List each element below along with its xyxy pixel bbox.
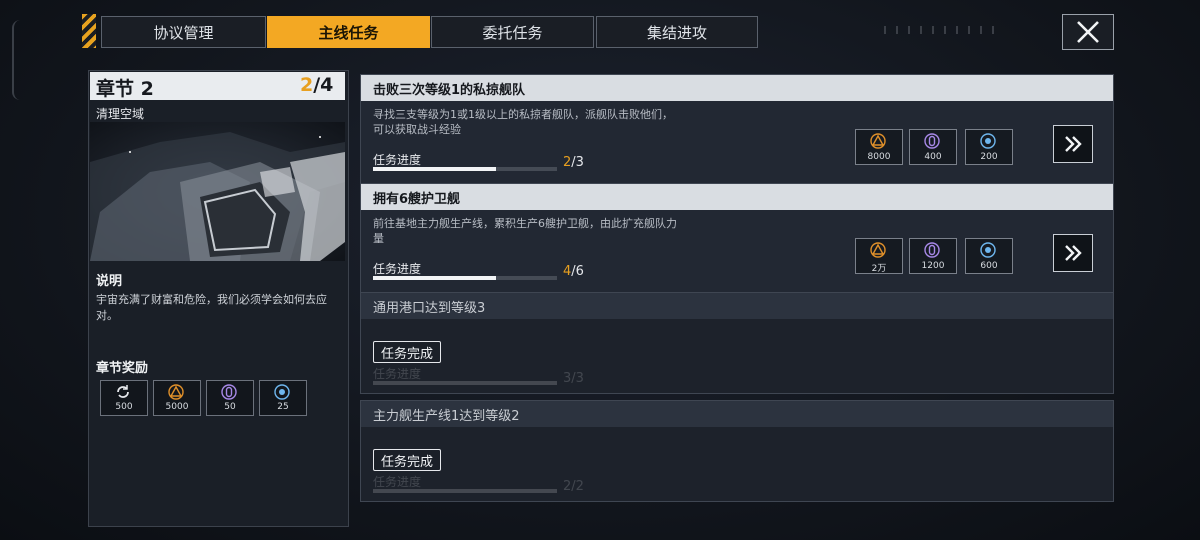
tab-main-quest[interactable]: 主线任务 <box>267 16 430 48</box>
chapter-progress: 2/4 <box>300 74 333 96</box>
mission-reward-crystal[interactable]: 400 <box>909 129 957 165</box>
mission-progress-label: 任务进度 <box>373 153 422 167</box>
cycle-icon <box>117 385 129 398</box>
mission-progress-fill <box>373 489 557 493</box>
tab-rally-attack[interactable]: 集结进攻 <box>596 16 758 48</box>
mission-progress-label: 任务进度 <box>373 262 422 276</box>
mission-progress-bar <box>373 276 557 280</box>
chapter-subtitle: 清理空域 <box>96 107 145 121</box>
reward-value: 25 <box>277 402 289 412</box>
mission-progress-total: /2 <box>571 479 584 494</box>
close-icon <box>1077 21 1099 43</box>
screen-edge-decoration <box>12 20 32 100</box>
header-decoration <box>884 26 1004 34</box>
mission-progress-total: /3 <box>571 371 584 386</box>
triangle-resource-icon <box>870 133 886 149</box>
close-button[interactable] <box>1062 14 1114 50</box>
double-chevron-right-icon <box>1065 245 1082 261</box>
mission-reward-energy[interactable]: 600 <box>965 238 1013 274</box>
reward-value: 1200 <box>921 261 945 271</box>
energy-orb-icon <box>980 242 996 258</box>
reward-value: 200 <box>980 152 998 162</box>
chapter-reward-cycle[interactable]: 500 <box>100 380 148 416</box>
mission-card-3: 通用港口达到等级3 任务进度 3/3 任务完成 <box>360 292 1114 394</box>
mission-complete-badge: 任务完成 <box>373 449 441 471</box>
mission-progress-bar <box>373 489 557 493</box>
mission-progress-fill <box>373 167 496 171</box>
mission-reward-crystal[interactable]: 1200 <box>909 238 957 274</box>
mission-description: 寻找三支等级为1或1级以上的私掠者舰队，派舰队击败他们，可以获取战斗经验 <box>373 108 673 136</box>
mission-title: 主力舰生产线1达到等级2 <box>373 409 520 424</box>
reward-value: 50 <box>224 402 236 412</box>
mission-progress-label: 任务进度 <box>373 367 422 381</box>
tab-bar-stripe <box>82 14 96 48</box>
description-title: 说明 <box>96 274 123 289</box>
crystal-icon <box>924 133 940 149</box>
mission-title: 通用港口达到等级3 <box>373 301 486 316</box>
chapter-reward-crystal[interactable]: 50 <box>206 380 254 416</box>
chapter-image <box>90 122 345 261</box>
mission-progress-count: 3/3 <box>563 371 584 386</box>
reward-value: 5000 <box>165 402 189 412</box>
chapter-title: 章节 2 <box>96 78 154 100</box>
chapter-rewards-title: 章节奖励 <box>96 361 149 376</box>
crystal-icon <box>221 384 237 400</box>
mission-description: 前往基地主力舰生产线，累积生产6艘护卫舰，由此扩充舰队力量 <box>373 217 677 245</box>
mission-card-2: 拥有6艘护卫舰 前往基地主力舰生产线，累积生产6艘护卫舰，由此扩充舰队力量 任务… <box>360 183 1114 293</box>
mission-title: 击败三次等级1的私掠舰队 <box>373 83 526 98</box>
reward-value: 8000 <box>867 152 891 162</box>
reward-value: 600 <box>980 261 998 271</box>
mission-go-button[interactable] <box>1053 234 1093 272</box>
reward-value: 500 <box>115 402 133 412</box>
triangle-resource-icon <box>168 384 184 400</box>
mission-progress-count: 4/6 <box>563 264 584 279</box>
chapter-progress-current: 2 <box>300 74 314 96</box>
mission-reward-energy[interactable]: 200 <box>965 129 1013 165</box>
mission-progress-total: /3 <box>571 155 584 170</box>
crystal-icon <box>924 242 940 258</box>
mission-progress-fill <box>373 276 496 280</box>
mission-reward-triangle[interactable]: 8000 <box>855 129 903 165</box>
tab-commission[interactable]: 委托任务 <box>431 16 594 48</box>
mission-progress-fill <box>373 381 557 385</box>
mission-progress-count: 2/3 <box>563 155 584 170</box>
mission-progress-bar <box>373 167 557 171</box>
mission-go-button[interactable] <box>1053 125 1093 163</box>
mission-progress-total: /6 <box>571 264 584 279</box>
chapter-description: 宇宙充满了财富和危险，我们必须学会如何去应对。 <box>96 293 327 322</box>
energy-orb-icon <box>980 133 996 149</box>
reward-value: 400 <box>924 152 942 162</box>
double-chevron-right-icon <box>1065 136 1082 152</box>
reward-value: 2万 <box>871 264 887 274</box>
mission-card-4: 主力舰生产线1达到等级2 任务进度 2/2 任务完成 <box>360 400 1114 502</box>
tab-protocol[interactable]: 协议管理 <box>101 16 266 48</box>
mission-title: 拥有6艘护卫舰 <box>373 192 461 207</box>
chapter-reward-energy[interactable]: 25 <box>259 380 307 416</box>
mission-card-1: 击败三次等级1的私掠舰队 寻找三支等级为1或1级以上的私掠者舰队，派舰队击败他们… <box>360 74 1114 184</box>
energy-orb-icon <box>274 384 290 400</box>
mission-progress-count: 2/2 <box>563 479 584 494</box>
mission-reward-triangle[interactable]: 2万 <box>855 238 903 274</box>
mission-complete-badge: 任务完成 <box>373 341 441 363</box>
triangle-resource-icon <box>870 242 886 258</box>
mission-header <box>361 184 1113 210</box>
chapter-reward-triangle[interactable]: 5000 <box>153 380 201 416</box>
chapter-progress-total: /4 <box>313 74 334 96</box>
mission-progress-label: 任务进度 <box>373 475 422 489</box>
mission-progress-bar <box>373 381 557 385</box>
